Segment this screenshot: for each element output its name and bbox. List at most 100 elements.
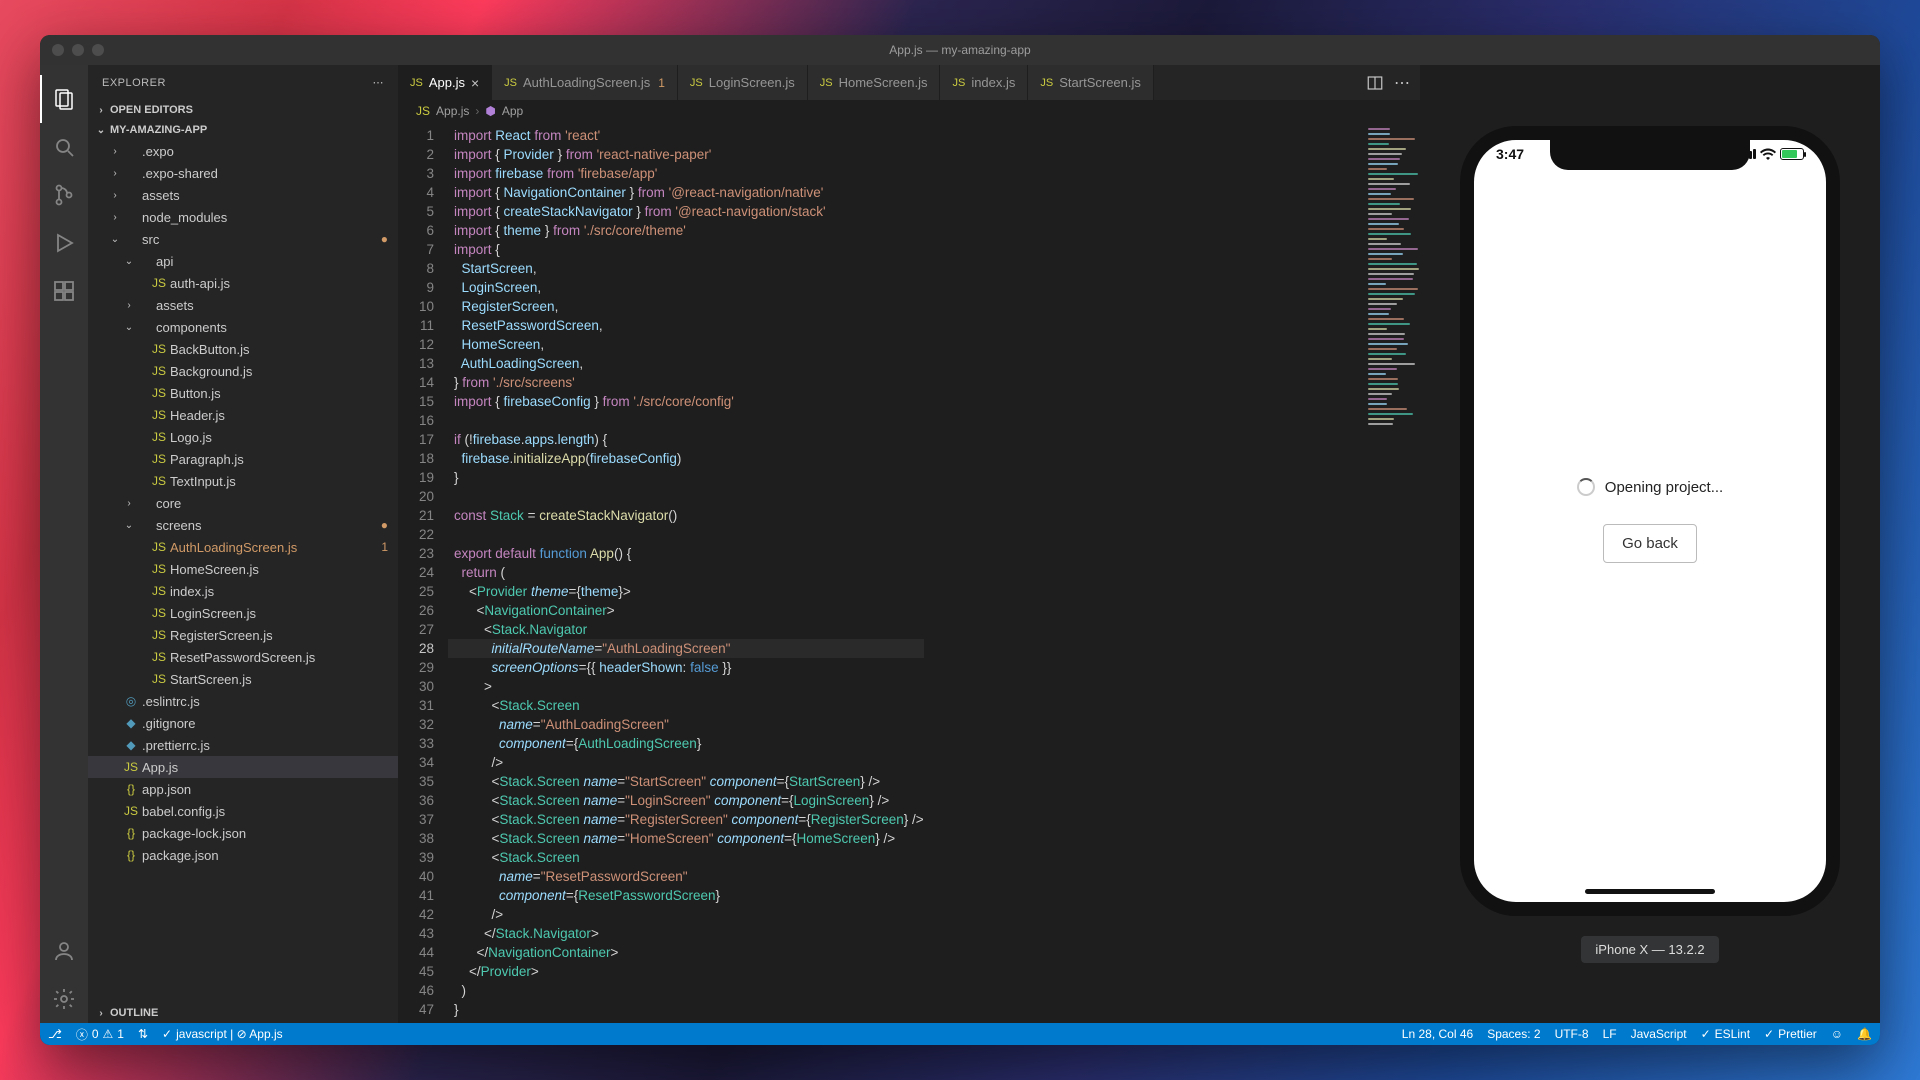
file-item[interactable]: ◎.eslintrc.js [88, 690, 398, 712]
file-item[interactable]: JSauth-api.js [88, 272, 398, 294]
tab-loginscreen-js[interactable]: JSLoginScreen.js [678, 65, 808, 100]
file-item[interactable]: ◆.gitignore [88, 712, 398, 734]
file-name: assets [156, 298, 388, 313]
simulator-label: iPhone X — 13.2.2 [1581, 936, 1718, 963]
search-icon[interactable] [40, 123, 88, 171]
json-file-icon: {} [122, 848, 140, 862]
folder-item[interactable]: ⌄components [88, 316, 398, 338]
settings-gear-icon[interactable] [40, 975, 88, 1023]
maximize-window-button[interactable] [92, 44, 104, 56]
outline-section[interactable]: › OUTLINE [88, 1005, 398, 1021]
sidebar-more-icon[interactable]: ⋯ [373, 76, 385, 89]
project-section[interactable]: ⌄ MY-AMAZING-APP [88, 122, 398, 138]
tab-label: index.js [971, 75, 1015, 90]
file-item[interactable]: JSAuthLoadingScreen.js1 [88, 536, 398, 558]
open-editors-section[interactable]: › OPEN EDITORS [88, 102, 398, 118]
chevron-down-icon: ⌄ [122, 520, 136, 531]
file-item[interactable]: ◆.prettierrc.js [88, 734, 398, 756]
folder-item[interactable]: ›assets [88, 294, 398, 316]
minimap[interactable] [1364, 122, 1420, 1023]
status-bell-icon[interactable]: 🔔 [1857, 1027, 1872, 1041]
account-icon[interactable] [40, 927, 88, 975]
status-cursor[interactable]: Ln 28, Col 46 [1402, 1027, 1473, 1041]
status-language[interactable]: JavaScript [1631, 1027, 1687, 1041]
window-controls [52, 44, 104, 56]
code-editor[interactable]: 1234567891011121314151617181920212223242… [398, 122, 1364, 1023]
folder-item[interactable]: ›.expo-shared [88, 162, 398, 184]
breadcrumb[interactable]: JS App.js › ⬢ App [398, 100, 1420, 122]
file-name: assets [142, 188, 388, 203]
file-item[interactable]: {}app.json [88, 778, 398, 800]
file-item[interactable]: JSLogo.js [88, 426, 398, 448]
source-control-icon[interactable] [40, 171, 88, 219]
status-encoding[interactable]: UTF-8 [1555, 1027, 1589, 1041]
status-ports[interactable]: ⇅ [138, 1027, 148, 1041]
file-item[interactable]: JSRegisterScreen.js [88, 624, 398, 646]
split-editor-icon[interactable] [1366, 74, 1384, 92]
file-name: babel.config.js [142, 804, 388, 819]
file-item[interactable]: {}package-lock.json [88, 822, 398, 844]
symbol-icon: ⬢ [485, 104, 495, 118]
status-eol[interactable]: LF [1603, 1027, 1617, 1041]
js-file-icon: JS [952, 77, 965, 89]
status-spaces[interactable]: Spaces: 2 [1487, 1027, 1540, 1041]
extensions-icon[interactable] [40, 267, 88, 315]
file-item[interactable]: JSTextInput.js [88, 470, 398, 492]
file-name: src [142, 232, 375, 247]
file-name: Header.js [170, 408, 388, 423]
file-item[interactable]: JSindex.js [88, 580, 398, 602]
file-name: api [156, 254, 388, 269]
more-actions-icon[interactable]: ⋯ [1394, 73, 1410, 93]
chevron-down-icon: ⌄ [122, 322, 136, 333]
file-item[interactable]: JSHeader.js [88, 404, 398, 426]
status-lang-check[interactable]: ✓ javascript | ⊘ App.js [162, 1027, 283, 1041]
chevron-down-icon: ⌄ [108, 234, 122, 245]
explorer-icon[interactable] [40, 75, 88, 123]
tab-startscreen-js[interactable]: JSStartScreen.js [1028, 65, 1154, 100]
status-problems[interactable]: ⓧ0 ⚠1 [76, 1026, 124, 1043]
file-name: .prettierrc.js [142, 738, 388, 753]
file-item[interactable]: JSResetPasswordScreen.js [88, 646, 398, 668]
file-item[interactable]: JSLoginScreen.js [88, 602, 398, 624]
tab-homescreen-js[interactable]: JSHomeScreen.js [808, 65, 941, 100]
vscode-window: App.js — my-amazing-app [40, 35, 1880, 1045]
folder-item[interactable]: ›assets [88, 184, 398, 206]
folder-item[interactable]: ›.expo [88, 140, 398, 162]
js-file-icon: JS [150, 628, 168, 642]
status-prettier[interactable]: ✓ Prettier [1764, 1027, 1817, 1041]
file-item[interactable]: JSbabel.config.js [88, 800, 398, 822]
tab-app-js[interactable]: JSApp.js× [398, 65, 492, 100]
close-tab-icon[interactable]: × [471, 75, 479, 91]
folder-item[interactable]: ⌄screens● [88, 514, 398, 536]
file-item[interactable]: JSStartScreen.js [88, 668, 398, 690]
file-item[interactable]: JSBackground.js [88, 360, 398, 382]
dot-file-icon: ◆ [122, 716, 140, 730]
phone-screen[interactable]: Opening project... Go back [1474, 140, 1826, 902]
file-item[interactable]: JSBackButton.js [88, 338, 398, 360]
tab-authloadingscreen-js[interactable]: JSAuthLoadingScreen.js1 [492, 65, 678, 100]
file-item[interactable]: JSHomeScreen.js [88, 558, 398, 580]
folder-item[interactable]: ›core [88, 492, 398, 514]
folder-item[interactable]: ⌄api [88, 250, 398, 272]
folder-item[interactable]: ›node_modules [88, 206, 398, 228]
folder-item[interactable]: ⌄src● [88, 228, 398, 250]
file-name: .gitignore [142, 716, 388, 731]
status-feedback-icon[interactable]: ☺ [1831, 1027, 1843, 1041]
error-icon: ⓧ [76, 1026, 88, 1043]
status-eslint[interactable]: ✓ ESLint [1701, 1027, 1750, 1041]
chevron-right-icon: › [108, 168, 122, 179]
warning-icon: ⚠ [103, 1027, 114, 1041]
file-item[interactable]: JSParagraph.js [88, 448, 398, 470]
file-item[interactable]: {}package.json [88, 844, 398, 866]
minimize-window-button[interactable] [72, 44, 84, 56]
run-debug-icon[interactable] [40, 219, 88, 267]
close-window-button[interactable] [52, 44, 64, 56]
status-branch[interactable]: ⎇ [48, 1027, 62, 1041]
file-item[interactable]: JSButton.js [88, 382, 398, 404]
tab-index-js[interactable]: JS index.js [940, 65, 1028, 100]
simulator-panel: 3:47 Opening project [1420, 65, 1880, 1023]
loading-text: Opening project... [1605, 479, 1723, 496]
file-item[interactable]: JSApp.js [88, 756, 398, 778]
go-back-button[interactable]: Go back [1603, 524, 1697, 563]
tab-label: HomeScreen.js [839, 75, 928, 90]
